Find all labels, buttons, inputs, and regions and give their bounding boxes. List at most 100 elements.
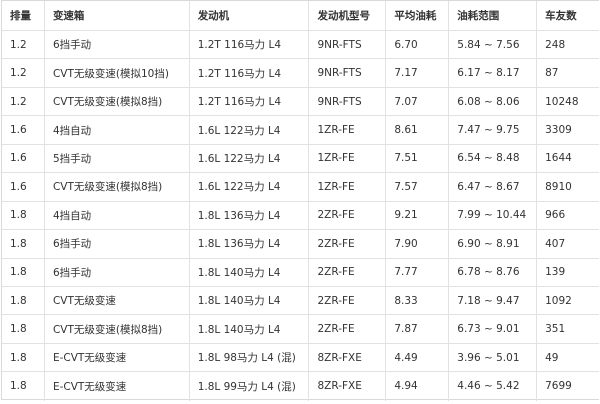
table-row: 1.8 E-CVT无级变速 1.8L 98马力 L4 (混) 8ZR-FXE 4.49 3… xyxy=(2,343,599,373)
cell-engine: 1.2T 116马力 L4 xyxy=(190,87,310,116)
cell-average-consumption: 7.07 xyxy=(386,87,450,116)
table-row: 1.6 5挡手动 1.6L 122马力 L4 1ZR-FE 7.51 6.54 ~ 8.4… xyxy=(2,144,599,174)
table-row: 1.8 CVT无级变速 1.8L 140马力 L4 2ZR-FE 8.33 7.18 ~ … xyxy=(2,286,599,316)
cell-owner-count: 1092 xyxy=(545,294,572,307)
cell-consumption-range: 6.17 ~ 8.17 xyxy=(449,59,538,87)
cell-engine: 1.8L 99马力 L4 (混) xyxy=(190,372,310,401)
cell-engine-model: 2ZR-FE xyxy=(309,315,387,343)
cell-displacement: 1.6 xyxy=(2,116,45,144)
cell-engine-model: 8ZR-FXE xyxy=(309,343,387,372)
cell-transmission: CVT无级变速(模拟8挡) xyxy=(45,173,190,201)
cell-engine-model: 2ZR-FE xyxy=(309,201,387,230)
table-body: 1.2 6挡手动 1.2T 116马力 L4 9NR-FTS 6.70 5.84 ~ 7.… xyxy=(2,31,599,401)
cell-average-consumption: 7.51 xyxy=(386,144,450,173)
cell-engine: 1.2T 116马力 L4 xyxy=(190,31,310,59)
cell-engine: 1.8L 140马力 L4 xyxy=(190,286,310,315)
cell-average-consumption: 8.61 xyxy=(386,116,450,144)
cell-displacement: 1.2 xyxy=(2,31,45,59)
cell-owner-count: 139 xyxy=(545,266,566,279)
cell-displacement: 1.8 xyxy=(2,372,45,401)
cell-transmission: E-CVT无级变速 xyxy=(45,343,190,372)
cell-transmission: CVT无级变速(模拟8挡) xyxy=(45,87,190,116)
cell-owner-count: 1644 xyxy=(545,152,572,165)
cell-transmission: 5挡手动 xyxy=(45,144,190,173)
cell-average-consumption: 7.90 xyxy=(386,230,450,258)
cell-consumption-range: 5.84 ~ 7.56 xyxy=(449,31,538,59)
table-row: 1.8 CVT无级变速(模拟8挡) 1.8L 140马力 L4 2ZR-FE 7.87 6… xyxy=(2,315,599,344)
cell-displacement: 1.2 xyxy=(2,59,45,87)
header-engine-model: 发动机型号 xyxy=(309,1,387,30)
cell-engine: 1.6L 122马力 L4 xyxy=(190,144,310,173)
cell-engine: 1.6L 122马力 L4 xyxy=(190,116,310,144)
table-row: 1.8 6挡手动 1.8L 136马力 L4 2ZR-FE 7.90 6.90 ~ 8.9… xyxy=(2,230,599,259)
cell-engine-model: 2ZR-FE xyxy=(309,230,387,258)
cell-consumption-range: 6.78 ~ 8.76 xyxy=(449,258,538,286)
cell-average-consumption: 6.70 xyxy=(386,31,450,59)
cell-engine: 1.2T 116马力 L4 xyxy=(190,59,310,87)
cell-engine-model: 9NR-FTS xyxy=(309,31,387,59)
cell-engine: 1.6L 122马力 L4 xyxy=(190,173,310,201)
cell-average-consumption: 8.33 xyxy=(386,286,450,315)
cell-consumption-range: 4.46 ~ 5.42 xyxy=(449,372,538,401)
table-row: 1.8 4挡自动 1.8L 136马力 L4 2ZR-FE 9.21 7.99 ~ 10.… xyxy=(2,201,599,231)
cell-owner-count: 351 xyxy=(545,323,566,336)
cell-transmission: 6挡手动 xyxy=(45,230,190,258)
cell-transmission: CVT无级变速(模拟10挡) xyxy=(45,59,190,87)
cell-consumption-range: 6.54 ~ 8.48 xyxy=(449,144,538,173)
cell-consumption-range: 7.18 ~ 9.47 xyxy=(449,286,538,315)
cell-consumption-range: 6.08 ~ 8.06 xyxy=(449,87,538,116)
cell-owner-count: 966 xyxy=(545,209,566,222)
cell-average-consumption: 4.94 xyxy=(386,372,450,401)
table-row: 1.2 6挡手动 1.2T 116马力 L4 9NR-FTS 6.70 5.84 ~ 7.… xyxy=(2,31,599,60)
cell-owner-count: 8910 xyxy=(545,180,572,193)
cell-owner-count: 7699 xyxy=(545,380,572,393)
cell-consumption-range: 7.99 ~ 10.44 xyxy=(449,201,538,230)
table-header-row: 排量 变速箱 发动机 发动机型号 平均油耗 油耗范围 车友数 xyxy=(2,1,599,31)
cell-engine: 1.8L 140马力 L4 xyxy=(190,258,310,286)
cell-owner-count: 87 xyxy=(545,67,559,80)
cell-engine-model: 2ZR-FE xyxy=(309,286,387,315)
cell-engine-model: 8ZR-FXE xyxy=(309,372,387,401)
cell-engine-model: 1ZR-FE xyxy=(309,116,387,144)
cell-consumption-range: 6.47 ~ 8.67 xyxy=(449,173,538,201)
header-displacement: 排量 xyxy=(2,1,45,30)
table-row: 1.2 CVT无级变速(模拟10挡) 1.2T 116马力 L4 9NR-FTS 7.1… xyxy=(2,59,599,88)
cell-displacement: 1.6 xyxy=(2,173,45,201)
cell-engine: 1.8L 136马力 L4 xyxy=(190,201,310,230)
cell-average-consumption: 7.77 xyxy=(386,258,450,286)
header-engine: 发动机 xyxy=(190,1,310,30)
cell-average-consumption: 7.87 xyxy=(386,315,450,343)
cell-engine-model: 1ZR-FE xyxy=(309,173,387,201)
cell-consumption-range: 6.90 ~ 8.91 xyxy=(449,230,538,258)
cell-average-consumption: 9.21 xyxy=(386,201,450,230)
header-owner-count: 车友数 xyxy=(545,10,577,22)
table-row: 1.6 CVT无级变速(模拟8挡) 1.6L 122马力 L4 1ZR-FE 7.57 6… xyxy=(2,173,599,202)
cell-displacement: 1.8 xyxy=(2,258,45,286)
table-row: 1.8 6挡手动 1.8L 140马力 L4 2ZR-FE 7.77 6.78 ~ 8.7… xyxy=(2,258,599,287)
cell-owner-count: 10248 xyxy=(545,95,579,108)
cell-displacement: 1.2 xyxy=(2,87,45,116)
cell-displacement: 1.6 xyxy=(2,144,45,173)
header-transmission: 变速箱 xyxy=(45,1,190,30)
cell-engine-model: 2ZR-FE xyxy=(309,258,387,286)
cell-engine: 1.8L 140马力 L4 xyxy=(190,315,310,343)
table-row: 1.2 CVT无级变速(模拟8挡) 1.2T 116马力 L4 9NR-FTS 7.07… xyxy=(2,87,599,117)
cell-engine: 1.8L 98马力 L4 (混) xyxy=(190,343,310,372)
cell-engine: 1.8L 136马力 L4 xyxy=(190,230,310,258)
cell-owner-count: 49 xyxy=(545,351,559,364)
cell-displacement: 1.8 xyxy=(2,201,45,230)
cell-transmission: 6挡手动 xyxy=(45,31,190,59)
fuel-consumption-table: 排量 变速箱 发动机 发动机型号 平均油耗 油耗范围 车友数 1.2 6挡手动 1.… xyxy=(1,0,599,401)
cell-transmission: CVT无级变速(模拟8挡) xyxy=(45,315,190,343)
cell-engine-model: 9NR-FTS xyxy=(309,59,387,87)
cell-owner-count: 407 xyxy=(545,237,566,250)
cell-engine-model: 1ZR-FE xyxy=(309,144,387,173)
cell-transmission: 6挡手动 xyxy=(45,258,190,286)
cell-displacement: 1.8 xyxy=(2,343,45,372)
cell-displacement: 1.8 xyxy=(2,315,45,343)
cell-owner-count: 248 xyxy=(545,38,566,51)
table-row: 1.8 E-CVT无级变速 1.8L 99马力 L4 (混) 8ZR-FXE 4.94 4… xyxy=(2,372,599,401)
cell-owner-count: 3309 xyxy=(545,124,572,137)
header-average-consumption: 平均油耗 xyxy=(386,1,450,30)
table-row: 1.6 4挡自动 1.6L 122马力 L4 1ZR-FE 8.61 7.47 ~ 9.7… xyxy=(2,116,599,145)
